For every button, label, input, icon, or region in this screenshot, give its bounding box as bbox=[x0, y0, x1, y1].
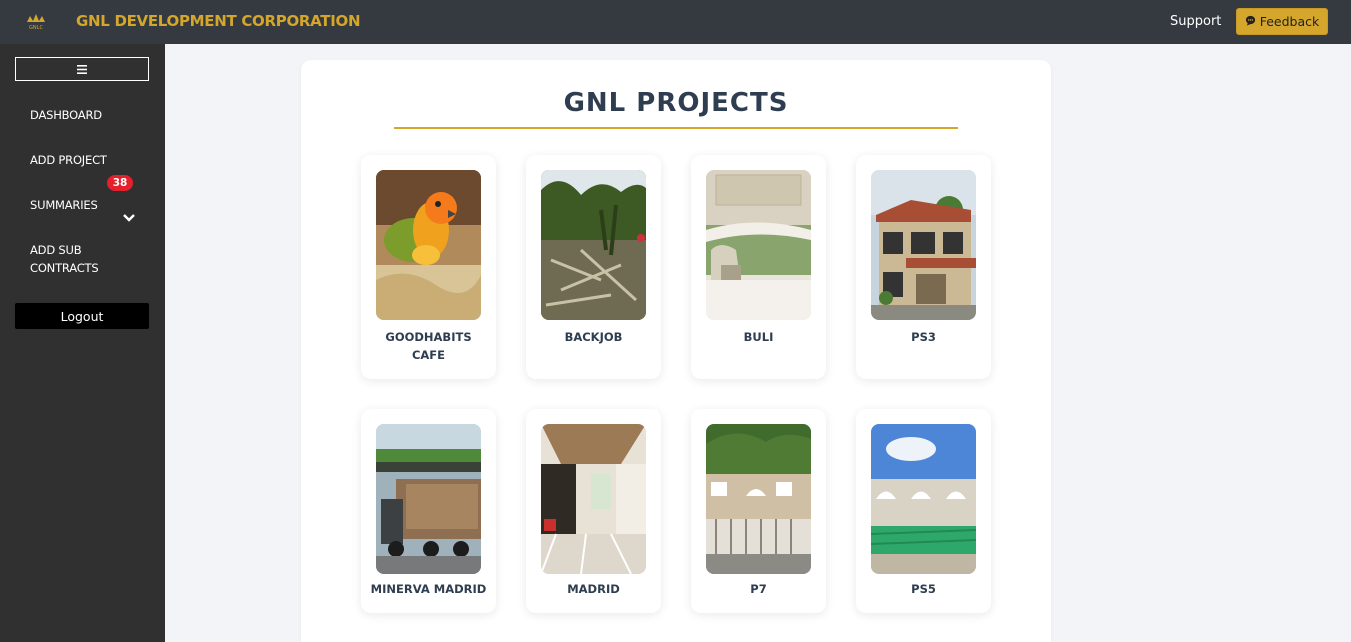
project-name: BULI bbox=[743, 330, 774, 344]
logout-button[interactable]: Logout bbox=[15, 303, 149, 329]
project-card-p7[interactable]: P7 bbox=[691, 409, 826, 613]
sidebar-item-add-project[interactable]: ADD PROJECT bbox=[30, 151, 107, 169]
project-name: PS5 bbox=[911, 582, 936, 596]
project-card-backjob[interactable]: BACKJOB bbox=[526, 155, 661, 379]
project-name: GOODHABITS CAFE bbox=[385, 330, 472, 362]
project-card-minerva-madrid[interactable]: MINERVA MADRID bbox=[361, 409, 496, 613]
project-photo bbox=[706, 424, 811, 574]
project-photo bbox=[376, 424, 481, 574]
project-card-ps3[interactable]: PS3 bbox=[856, 155, 991, 379]
sidebar-item-add-sub-contracts[interactable]: ADD SUB CONTRACTS bbox=[30, 241, 120, 277]
feedback-button[interactable]: Feedback bbox=[1236, 8, 1328, 35]
hamburger-icon bbox=[77, 64, 87, 74]
top-navbar: GNLC GNL DEVELOPMENT CORPORATION Support… bbox=[0, 0, 1351, 44]
project-card-buli[interactable]: BULI bbox=[691, 155, 826, 379]
chevron-down-icon[interactable] bbox=[122, 212, 136, 224]
project-card-ps5[interactable]: PS5 bbox=[856, 409, 991, 613]
summaries-count-badge: 38 bbox=[107, 175, 133, 191]
title-underline bbox=[394, 127, 958, 129]
company-logo[interactable]: GNLC bbox=[24, 12, 48, 32]
page-title: GNL PROJECTS bbox=[563, 88, 789, 118]
project-photo bbox=[871, 170, 976, 320]
chat-bubble-icon bbox=[1245, 15, 1256, 29]
project-name: PS3 bbox=[911, 330, 936, 344]
feedback-label: Feedback bbox=[1259, 14, 1320, 29]
brand-title[interactable]: GNL DEVELOPMENT CORPORATION bbox=[76, 12, 361, 30]
project-name: MADRID bbox=[567, 582, 620, 596]
support-link[interactable]: Support bbox=[1170, 14, 1221, 29]
sidebar-toggle-button[interactable] bbox=[15, 57, 149, 81]
sidebar: DASHBOARD ADD PROJECT 38 SUMMARIES ADD S… bbox=[0, 44, 165, 642]
project-name: MINERVA MADRID bbox=[370, 582, 487, 596]
project-card-madrid[interactable]: MADRID bbox=[526, 409, 661, 613]
project-photo bbox=[706, 170, 811, 320]
project-photo bbox=[376, 170, 481, 320]
project-name: P7 bbox=[750, 582, 767, 596]
project-name: BACKJOB bbox=[564, 330, 623, 344]
project-photo bbox=[871, 424, 976, 574]
sidebar-item-summaries[interactable]: SUMMARIES bbox=[30, 196, 98, 214]
project-photo bbox=[541, 424, 646, 574]
sidebar-item-dashboard[interactable]: DASHBOARD bbox=[30, 106, 102, 124]
project-photo bbox=[541, 170, 646, 320]
svg-text:GNLC: GNLC bbox=[29, 25, 43, 31]
project-card-goodhabits-cafe[interactable]: GOODHABITS CAFE bbox=[361, 155, 496, 379]
